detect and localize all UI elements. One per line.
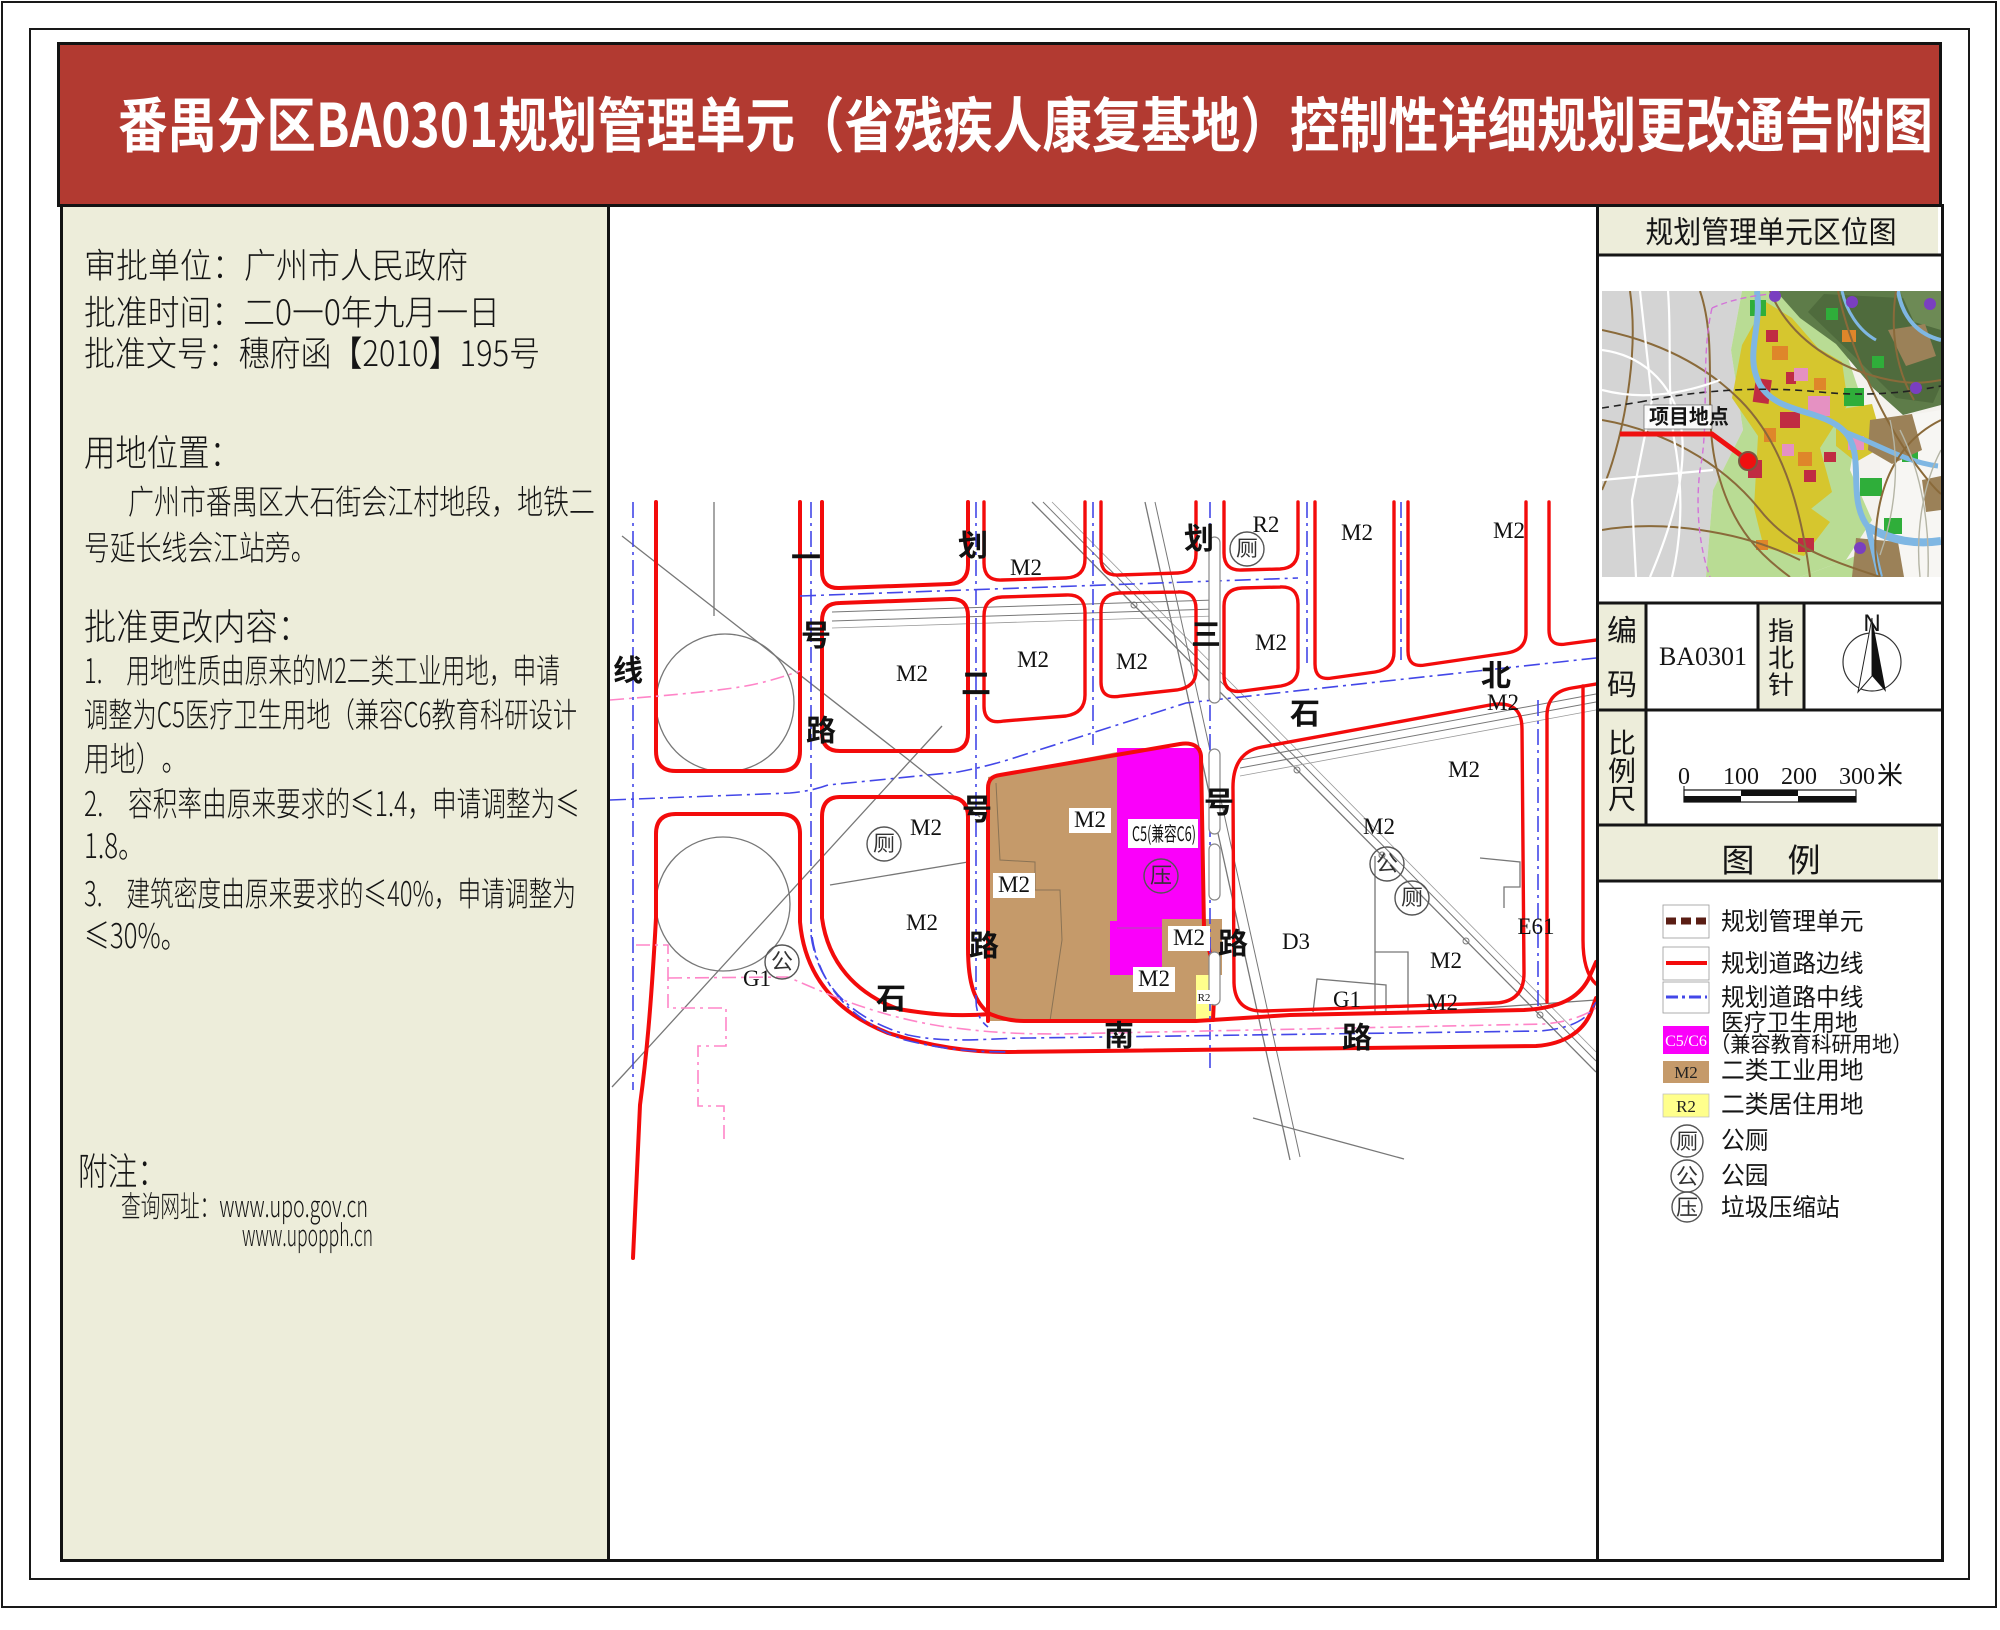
svg-text:E61: E61 xyxy=(1517,914,1554,939)
svg-text:G1: G1 xyxy=(743,966,771,991)
svg-text:BA0301: BA0301 xyxy=(1659,642,1747,671)
svg-text:M2: M2 xyxy=(1487,690,1519,715)
svg-text:M2: M2 xyxy=(1010,555,1042,580)
svg-text:M2: M2 xyxy=(1363,814,1395,839)
svg-text:0: 0 xyxy=(1678,764,1690,790)
svg-text:M2: M2 xyxy=(1448,757,1480,782)
svg-text:M2: M2 xyxy=(1341,520,1373,545)
svg-text:M2: M2 xyxy=(1074,807,1106,832)
svg-text:M2: M2 xyxy=(1116,649,1148,674)
svg-text:G1: G1 xyxy=(1333,987,1361,1012)
svg-text:100: 100 xyxy=(1723,764,1759,790)
svg-text:300: 300 xyxy=(1839,764,1875,790)
svg-text:M2: M2 xyxy=(1493,518,1525,543)
svg-text:M2: M2 xyxy=(1138,966,1170,991)
svg-text:D3: D3 xyxy=(1282,929,1310,954)
svg-text:M2: M2 xyxy=(1017,647,1049,672)
svg-text:M2: M2 xyxy=(998,872,1030,897)
svg-text:M2: M2 xyxy=(910,815,942,840)
svg-text:M2: M2 xyxy=(906,910,938,935)
svg-text:C5/C6: C5/C6 xyxy=(1665,1033,1707,1050)
svg-text:R2: R2 xyxy=(1676,1097,1696,1116)
svg-text:M2: M2 xyxy=(1674,1063,1698,1082)
svg-text:M2: M2 xyxy=(1255,630,1287,655)
svg-text:R2: R2 xyxy=(1253,512,1280,537)
svg-text:R2: R2 xyxy=(1198,992,1211,1004)
svg-text:M2: M2 xyxy=(1426,990,1458,1015)
svg-text:M2: M2 xyxy=(1430,948,1462,973)
svg-text:200: 200 xyxy=(1781,764,1817,790)
svg-text:M2: M2 xyxy=(1173,925,1205,950)
svg-text:M2: M2 xyxy=(896,661,928,686)
